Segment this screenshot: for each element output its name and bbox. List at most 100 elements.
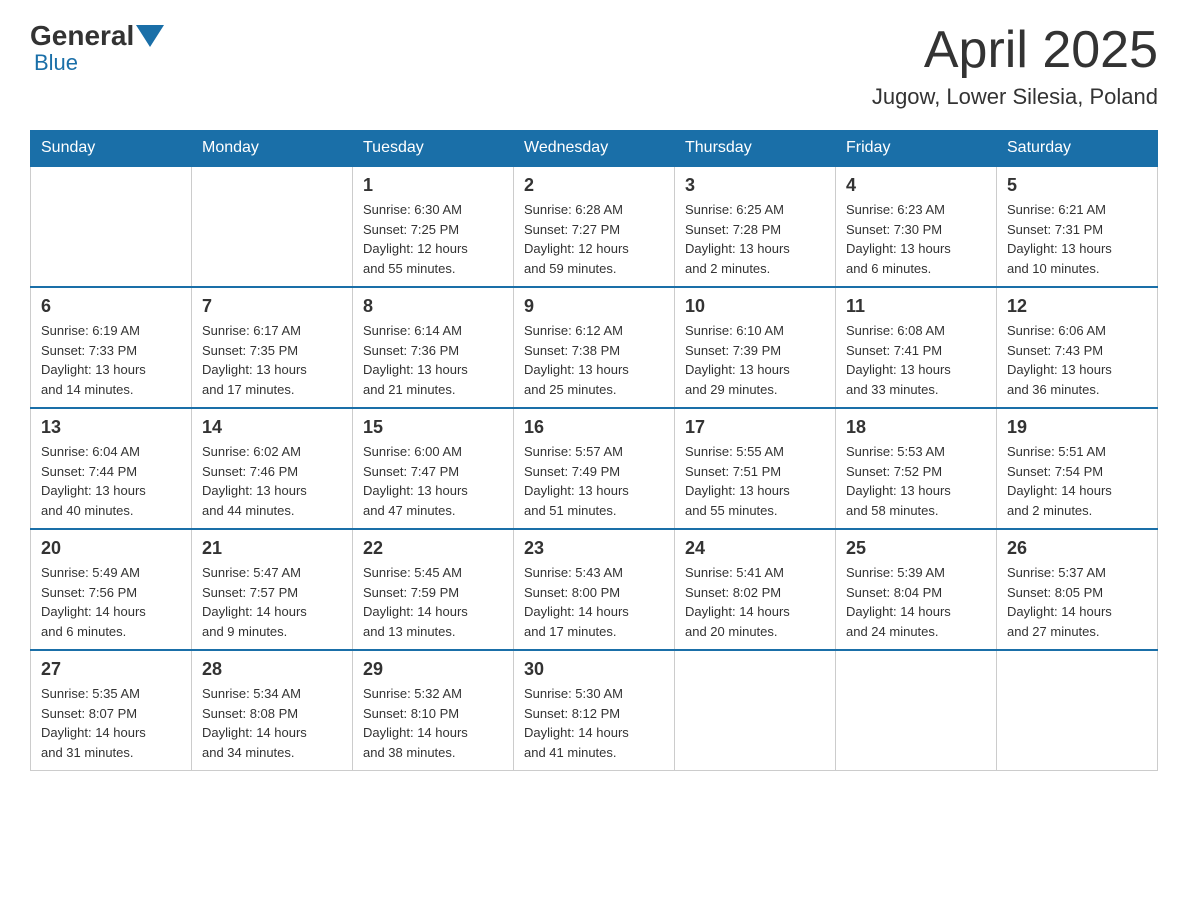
day-number: 23 xyxy=(524,538,664,559)
weekday-header-wednesday: Wednesday xyxy=(514,131,675,167)
calendar-cell: 28 Sunrise: 5:34 AM Sunset: 8:08 PM Dayli… xyxy=(192,650,353,771)
day-info: Sunrise: 6:30 AM Sunset: 7:25 PM Dayligh… xyxy=(363,200,503,278)
day-number: 17 xyxy=(685,417,825,438)
week-row-3: 13 Sunrise: 6:04 AM Sunset: 7:44 PM Dayli… xyxy=(31,408,1158,529)
day-number: 28 xyxy=(202,659,342,680)
day-info: Sunrise: 5:57 AM Sunset: 7:49 PM Dayligh… xyxy=(524,442,664,520)
calendar-cell: 23 Sunrise: 5:43 AM Sunset: 8:00 PM Dayli… xyxy=(514,529,675,650)
week-row-1: 1 Sunrise: 6:30 AM Sunset: 7:25 PM Daylig… xyxy=(31,166,1158,287)
logo-general-text: General xyxy=(30,20,134,52)
calendar-cell xyxy=(192,166,353,287)
calendar-cell: 11Sunrise: 6:08 AM Sunset: 7:41 PM Dayli… xyxy=(836,287,997,408)
calendar-cell: 16 Sunrise: 5:57 AM Sunset: 7:49 PM Dayli… xyxy=(514,408,675,529)
day-info: Sunrise: 6:23 AM Sunset: 7:30 PM Dayligh… xyxy=(846,200,986,278)
calendar-cell: 12Sunrise: 6:06 AM Sunset: 7:43 PM Dayli… xyxy=(997,287,1158,408)
day-info: Sunrise: 5:55 AM Sunset: 7:51 PM Dayligh… xyxy=(685,442,825,520)
calendar-cell: 8Sunrise: 6:14 AM Sunset: 7:36 PM Daylig… xyxy=(353,287,514,408)
day-info: Sunrise: 5:47 AM Sunset: 7:57 PM Dayligh… xyxy=(202,563,342,641)
calendar-cell: 22 Sunrise: 5:45 AM Sunset: 7:59 PM Dayli… xyxy=(353,529,514,650)
day-number: 22 xyxy=(363,538,503,559)
calendar-cell: 30Sunrise: 5:30 AM Sunset: 8:12 PM Dayli… xyxy=(514,650,675,771)
logo: General Blue xyxy=(30,20,166,76)
day-info: Sunrise: 5:32 AM Sunset: 8:10 PM Dayligh… xyxy=(363,684,503,762)
day-info: Sunrise: 6:28 AM Sunset: 7:27 PM Dayligh… xyxy=(524,200,664,278)
calendar-cell: 9 Sunrise: 6:12 AM Sunset: 7:38 PM Daylig… xyxy=(514,287,675,408)
day-number: 3 xyxy=(685,175,825,196)
day-number: 24 xyxy=(685,538,825,559)
day-info: Sunrise: 6:25 AM Sunset: 7:28 PM Dayligh… xyxy=(685,200,825,278)
day-info: Sunrise: 5:53 AM Sunset: 7:52 PM Dayligh… xyxy=(846,442,986,520)
day-info: Sunrise: 6:06 AM Sunset: 7:43 PM Dayligh… xyxy=(1007,321,1147,399)
calendar-table: SundayMondayTuesdayWednesdayThursdayFrid… xyxy=(30,130,1158,771)
day-number: 21 xyxy=(202,538,342,559)
calendar-cell xyxy=(675,650,836,771)
week-row-5: 27 Sunrise: 5:35 AM Sunset: 8:07 PM Dayli… xyxy=(31,650,1158,771)
calendar-cell: 4Sunrise: 6:23 AM Sunset: 7:30 PM Daylig… xyxy=(836,166,997,287)
week-row-4: 20 Sunrise: 5:49 AM Sunset: 7:56 PM Dayli… xyxy=(31,529,1158,650)
day-info: Sunrise: 5:43 AM Sunset: 8:00 PM Dayligh… xyxy=(524,563,664,641)
day-info: Sunrise: 6:19 AM Sunset: 7:33 PM Dayligh… xyxy=(41,321,181,399)
calendar-cell: 1 Sunrise: 6:30 AM Sunset: 7:25 PM Daylig… xyxy=(353,166,514,287)
calendar-cell: 3 Sunrise: 6:25 AM Sunset: 7:28 PM Daylig… xyxy=(675,166,836,287)
calendar-cell: 27 Sunrise: 5:35 AM Sunset: 8:07 PM Dayli… xyxy=(31,650,192,771)
day-info: Sunrise: 5:34 AM Sunset: 8:08 PM Dayligh… xyxy=(202,684,342,762)
day-number: 1 xyxy=(363,175,503,196)
day-number: 14 xyxy=(202,417,342,438)
calendar-cell: 14 Sunrise: 6:02 AM Sunset: 7:46 PM Dayli… xyxy=(192,408,353,529)
calendar-cell xyxy=(31,166,192,287)
calendar-cell: 17 Sunrise: 5:55 AM Sunset: 7:51 PM Dayli… xyxy=(675,408,836,529)
weekday-header-tuesday: Tuesday xyxy=(353,131,514,167)
calendar-cell: 19 Sunrise: 5:51 AM Sunset: 7:54 PM Dayli… xyxy=(997,408,1158,529)
calendar-cell: 20 Sunrise: 5:49 AM Sunset: 7:56 PM Dayli… xyxy=(31,529,192,650)
day-number: 25 xyxy=(846,538,986,559)
day-info: Sunrise: 5:49 AM Sunset: 7:56 PM Dayligh… xyxy=(41,563,181,641)
calendar-cell: 25Sunrise: 5:39 AM Sunset: 8:04 PM Dayli… xyxy=(836,529,997,650)
day-number: 11 xyxy=(846,296,986,317)
day-info: Sunrise: 5:45 AM Sunset: 7:59 PM Dayligh… xyxy=(363,563,503,641)
calendar-cell: 2 Sunrise: 6:28 AM Sunset: 7:27 PM Daylig… xyxy=(514,166,675,287)
page-header: General Blue April 2025 Jugow, Lower Sil… xyxy=(30,20,1158,110)
logo-blue-text: Blue xyxy=(34,50,78,76)
day-number: 9 xyxy=(524,296,664,317)
calendar-cell: 6Sunrise: 6:19 AM Sunset: 7:33 PM Daylig… xyxy=(31,287,192,408)
day-number: 13 xyxy=(41,417,181,438)
day-info: Sunrise: 5:37 AM Sunset: 8:05 PM Dayligh… xyxy=(1007,563,1147,641)
day-number: 2 xyxy=(524,175,664,196)
day-number: 19 xyxy=(1007,417,1147,438)
calendar-cell: 26Sunrise: 5:37 AM Sunset: 8:05 PM Dayli… xyxy=(997,529,1158,650)
day-info: Sunrise: 5:51 AM Sunset: 7:54 PM Dayligh… xyxy=(1007,442,1147,520)
day-number: 29 xyxy=(363,659,503,680)
calendar-cell: 10 Sunrise: 6:10 AM Sunset: 7:39 PM Dayli… xyxy=(675,287,836,408)
day-number: 20 xyxy=(41,538,181,559)
title-block: April 2025 Jugow, Lower Silesia, Poland xyxy=(872,20,1158,110)
day-info: Sunrise: 6:02 AM Sunset: 7:46 PM Dayligh… xyxy=(202,442,342,520)
day-info: Sunrise: 6:04 AM Sunset: 7:44 PM Dayligh… xyxy=(41,442,181,520)
week-row-2: 6Sunrise: 6:19 AM Sunset: 7:33 PM Daylig… xyxy=(31,287,1158,408)
weekday-header-monday: Monday xyxy=(192,131,353,167)
calendar-cell: 21 Sunrise: 5:47 AM Sunset: 7:57 PM Dayli… xyxy=(192,529,353,650)
day-info: Sunrise: 5:35 AM Sunset: 8:07 PM Dayligh… xyxy=(41,684,181,762)
day-number: 16 xyxy=(524,417,664,438)
weekday-header-row: SundayMondayTuesdayWednesdayThursdayFrid… xyxy=(31,131,1158,167)
day-info: Sunrise: 6:12 AM Sunset: 7:38 PM Dayligh… xyxy=(524,321,664,399)
day-number: 15 xyxy=(363,417,503,438)
day-info: Sunrise: 5:30 AM Sunset: 8:12 PM Dayligh… xyxy=(524,684,664,762)
calendar-cell: 24 Sunrise: 5:41 AM Sunset: 8:02 PM Dayli… xyxy=(675,529,836,650)
day-info: Sunrise: 6:17 AM Sunset: 7:35 PM Dayligh… xyxy=(202,321,342,399)
weekday-header-thursday: Thursday xyxy=(675,131,836,167)
calendar-cell xyxy=(836,650,997,771)
calendar-cell: 5 Sunrise: 6:21 AM Sunset: 7:31 PM Daylig… xyxy=(997,166,1158,287)
weekday-header-friday: Friday xyxy=(836,131,997,167)
day-number: 27 xyxy=(41,659,181,680)
month-year-title: April 2025 xyxy=(872,20,1158,80)
day-number: 7 xyxy=(202,296,342,317)
weekday-header-sunday: Sunday xyxy=(31,131,192,167)
calendar-cell: 13 Sunrise: 6:04 AM Sunset: 7:44 PM Dayli… xyxy=(31,408,192,529)
day-info: Sunrise: 5:41 AM Sunset: 8:02 PM Dayligh… xyxy=(685,563,825,641)
day-number: 5 xyxy=(1007,175,1147,196)
day-info: Sunrise: 6:10 AM Sunset: 7:39 PM Dayligh… xyxy=(685,321,825,399)
calendar-cell: 7 Sunrise: 6:17 AM Sunset: 7:35 PM Daylig… xyxy=(192,287,353,408)
day-info: Sunrise: 6:21 AM Sunset: 7:31 PM Dayligh… xyxy=(1007,200,1147,278)
day-number: 18 xyxy=(846,417,986,438)
day-number: 10 xyxy=(685,296,825,317)
